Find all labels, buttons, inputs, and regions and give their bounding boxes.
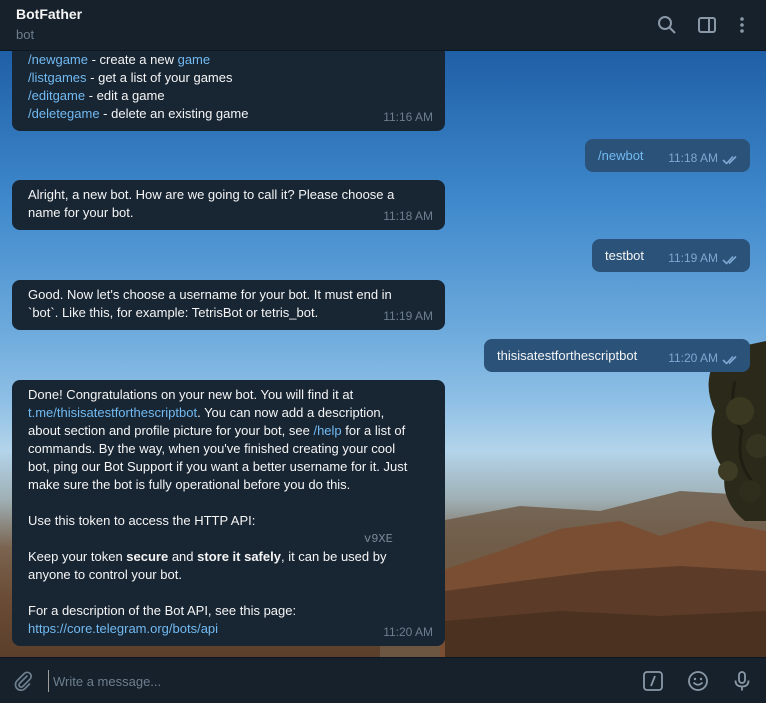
sidebar-toggle-icon[interactable] — [694, 12, 720, 38]
message-text: `bot`. Like this, for example: TetrisBot… — [28, 305, 319, 320]
message-bubble-incoming[interactable]: /newgame - create a new game /listgames … — [12, 51, 445, 131]
message-time: 11:16 AM — [383, 110, 433, 124]
chat-title[interactable]: BotFather — [16, 6, 82, 22]
chat-header: BotFather bot — [0, 0, 766, 51]
message-bubble-outgoing[interactable]: thisisatestforthescriptbot 11:20 AM — [484, 339, 750, 372]
message-time: 11:20 AM — [668, 351, 718, 365]
command-link[interactable]: /listgames — [28, 70, 87, 85]
double-check-icon — [722, 155, 737, 165]
command-link[interactable]: /help — [313, 423, 341, 438]
message-text: thisisatestforthescriptbot — [497, 348, 638, 363]
message-time: 11:19 AM — [668, 251, 718, 265]
message-text: - create a new — [87, 52, 178, 67]
message-time: 11:20 AM — [383, 625, 433, 639]
message-text: Good. Now let's choose a username for yo… — [28, 287, 392, 302]
emoji-icon[interactable] — [685, 668, 711, 694]
message-text: store it safely — [197, 549, 281, 564]
message-text: , it can be used by — [280, 549, 387, 564]
message-time: 11:19 AM — [383, 309, 433, 323]
message-text: secure — [126, 549, 169, 564]
command-link[interactable]: /editgame — [28, 88, 85, 103]
api-docs-link[interactable]: https://core.telegram.org/bots/api — [28, 620, 438, 638]
message-text: about section and profile picture for yo… — [28, 423, 314, 438]
attach-icon[interactable] — [10, 668, 36, 694]
command-link[interactable]: /newgame — [28, 52, 88, 67]
message-text: testbot — [605, 248, 645, 263]
message-text: . You can now add a description, — [197, 405, 385, 420]
message-text: Alright, a new bot. How are we going to … — [28, 187, 395, 202]
command-link[interactable]: /deletegame — [28, 106, 100, 121]
message-text: - edit a game — [85, 88, 165, 103]
search-icon[interactable] — [654, 12, 680, 38]
message-text: Use this token to access the HTTP API: — [28, 513, 256, 528]
message-text: Keep your token — [28, 549, 127, 564]
bot-link[interactable]: t.me/thisisatestforthescriptbot — [28, 405, 197, 420]
message-text: For a description of the Bot API, see th… — [28, 603, 297, 618]
message-bubble-incoming[interactable]: Done! Congratulations on your new bot. Y… — [12, 380, 445, 646]
commands-icon[interactable] — [640, 668, 666, 694]
message-bubble-outgoing[interactable]: testbot 11:19 AM — [592, 239, 750, 272]
message-text: Done! Congratulations on your new bot. Y… — [28, 387, 354, 402]
api-token[interactable]: v9XE — [28, 530, 438, 548]
message-bubble-outgoing[interactable]: /newbot 11:18 AM — [585, 139, 750, 172]
message-composer — [0, 657, 766, 703]
chat-status: bot — [16, 27, 35, 42]
message-text: for a list of — [341, 423, 406, 438]
message-input[interactable] — [48, 670, 628, 692]
message-text: name for your bot. — [28, 205, 134, 220]
message-text: and — [168, 549, 198, 564]
message-text: anyone to control your bot. — [28, 567, 182, 582]
message-text: commands. By the way, when you've finish… — [28, 441, 396, 456]
message-time: 11:18 AM — [668, 151, 718, 165]
message-text: bot, ping our Bot Support if you want a … — [28, 459, 408, 474]
more-vertical-icon[interactable] — [729, 12, 755, 38]
microphone-icon[interactable] — [729, 668, 755, 694]
double-check-icon — [722, 355, 737, 365]
message-text: - delete an existing game — [99, 106, 249, 121]
message-list[interactable]: /newgame - create a new game /listgames … — [0, 51, 766, 657]
message-time: 11:18 AM — [383, 209, 433, 223]
message-link[interactable]: game — [178, 52, 211, 67]
double-check-icon — [722, 255, 737, 265]
message-text: - get a list of your games — [86, 70, 233, 85]
message-text: /newbot — [598, 148, 644, 163]
message-bubble-incoming[interactable]: Good. Now let's choose a username for yo… — [12, 280, 445, 330]
message-text: make sure the bot is fully operational b… — [28, 477, 351, 492]
message-bubble-incoming[interactable]: Alright, a new bot. How are we going to … — [12, 180, 445, 230]
